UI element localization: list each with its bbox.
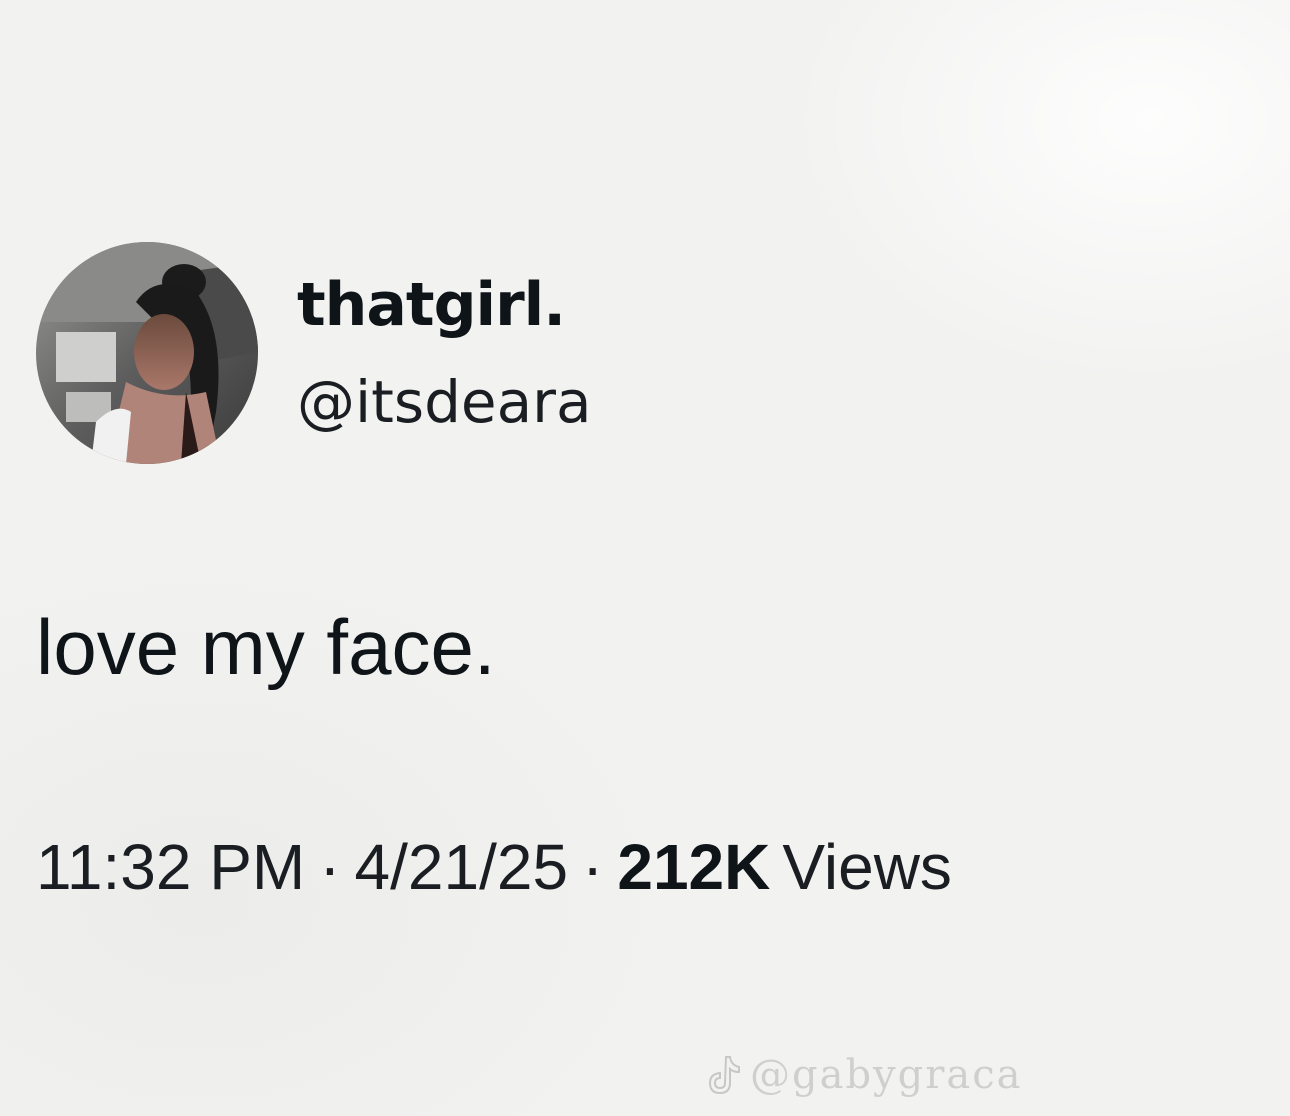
- tweet-card: thatgirl. @itsdeara love my face. 11:32 …: [36, 240, 1136, 903]
- views-label: Views: [782, 831, 952, 903]
- watermark-text: @gabygraca: [750, 1052, 1023, 1098]
- watermark: @gabygraca: [704, 1052, 1022, 1098]
- views-count: 212K: [617, 831, 771, 903]
- avatar[interactable]: [36, 242, 258, 464]
- background-glow: [0, 0, 1290, 1116]
- tiktok-icon: [708, 1056, 740, 1095]
- tweet-date[interactable]: 4/21/25: [355, 831, 569, 903]
- user-handle[interactable]: @itsdeara: [297, 368, 592, 436]
- tweet-text: love my face.: [36, 603, 496, 691]
- meta-separator: ·: [582, 831, 604, 903]
- tweet-time[interactable]: 11:32 PM: [36, 831, 305, 903]
- meta-separator: ·: [319, 831, 341, 903]
- display-name[interactable]: thatgirl.: [297, 270, 566, 340]
- tweet-meta: 11:32 PM · 4/21/25 · 212K Views: [36, 830, 952, 904]
- avatar-photo-icon: [36, 242, 258, 464]
- tweet-author: thatgirl. @itsdeara: [36, 240, 1136, 466]
